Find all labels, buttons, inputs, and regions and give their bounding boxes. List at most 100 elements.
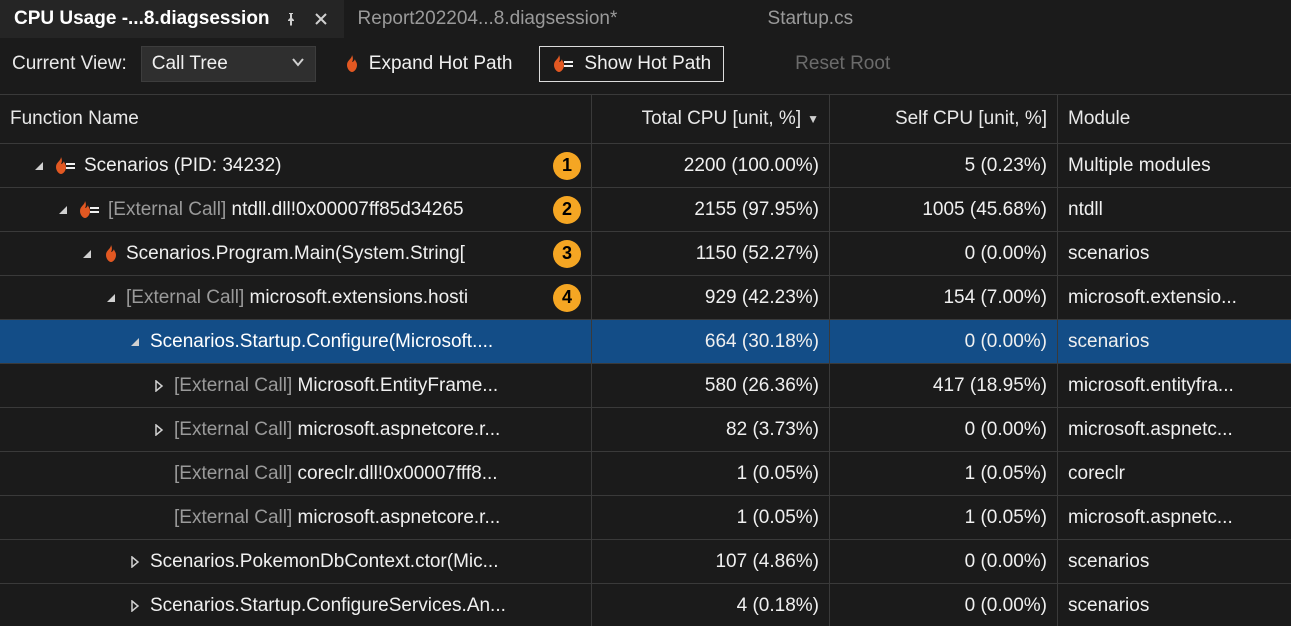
fn-cell: Scenarios.PokemonDbContext.ctor(Mic... xyxy=(0,540,592,583)
tab-label: Startup.cs xyxy=(768,8,854,30)
self-cpu-cell: 1005 (45.68%) xyxy=(830,188,1058,231)
view-select[interactable]: Call Tree xyxy=(141,46,316,82)
toolbar: Current View: Call Tree Expand Hot Path … xyxy=(0,38,1291,94)
total-cpu-cell: 82 (3.73%) xyxy=(592,408,830,451)
function-name: [External Call] microsoft.aspnetcore.r..… xyxy=(174,419,500,441)
fn-cell: [External Call] coreclr.dll!0x00007fff8.… xyxy=(0,452,592,495)
table-row[interactable]: [External Call] microsoft.aspnetcore.r..… xyxy=(0,496,1291,540)
fn-cell: [External Call] microsoft.aspnetcore.r..… xyxy=(0,496,592,539)
function-name: [External Call] microsoft.extensions.hos… xyxy=(126,287,468,309)
flame-icon xyxy=(102,244,120,264)
fn-cell: [External Call] Microsoft.EntityFrame... xyxy=(0,364,592,407)
table-row[interactable]: Scenarios.Program.Main(System.String[ 3 11… xyxy=(0,232,1291,276)
function-name: [External Call] microsoft.aspnetcore.r..… xyxy=(174,507,500,529)
total-cpu-cell: 664 (30.18%) xyxy=(592,320,830,363)
reset-root-button: Reset Root xyxy=(782,46,903,82)
expand-icon[interactable] xyxy=(126,553,144,571)
function-name: Scenarios.Startup.Configure(Microsoft...… xyxy=(150,331,493,353)
table-row[interactable]: [External Call] microsoft.extensions.hos… xyxy=(0,276,1291,320)
tab-label: Report202204...8.diagsession* xyxy=(358,8,618,30)
module-cell: scenarios xyxy=(1058,540,1291,583)
table-row[interactable]: [External Call] microsoft.aspnetcore.r..… xyxy=(0,408,1291,452)
function-name: Scenarios.Program.Main(System.String[ xyxy=(126,243,465,265)
module-cell: microsoft.aspnetc... xyxy=(1058,496,1291,539)
function-name: [External Call] ntdll.dll!0x00007ff85d34… xyxy=(108,199,464,221)
self-cpu-cell: 5 (0.23%) xyxy=(830,144,1058,187)
total-cpu-cell: 929 (42.23%) xyxy=(592,276,830,319)
table-row[interactable]: [External Call] ntdll.dll!0x00007ff85d34… xyxy=(0,188,1291,232)
total-cpu-cell: 107 (4.86%) xyxy=(592,540,830,583)
module-cell: scenarios xyxy=(1058,232,1291,275)
show-hot-path-button[interactable]: Show Hot Path xyxy=(539,46,724,82)
fn-cell: Scenarios.Startup.Configure(Microsoft...… xyxy=(0,320,592,363)
table-row[interactable]: [External Call] coreclr.dll!0x00007fff8.… xyxy=(0,452,1291,496)
expand-icon[interactable] xyxy=(150,421,168,439)
expand-hot-path-label: Expand Hot Path xyxy=(369,53,513,75)
module-cell: microsoft.aspnetc... xyxy=(1058,408,1291,451)
module-cell: ntdll xyxy=(1058,188,1291,231)
collapse-icon[interactable] xyxy=(30,157,48,175)
self-cpu-cell: 0 (0.00%) xyxy=(830,408,1058,451)
module-cell: microsoft.extensio... xyxy=(1058,276,1291,319)
show-hot-path-label: Show Hot Path xyxy=(584,53,711,75)
total-cpu-cell: 1 (0.05%) xyxy=(592,496,830,539)
collapse-icon[interactable] xyxy=(78,245,96,263)
tab-cpu-usage[interactable]: CPU Usage -...8.diagsession xyxy=(0,0,344,38)
flame-tail-icon xyxy=(552,54,576,74)
module-cell: coreclr xyxy=(1058,452,1291,495)
col-module[interactable]: Module xyxy=(1058,95,1291,143)
flame-tail-icon xyxy=(78,200,102,220)
annotation-badge: 2 xyxy=(553,196,581,224)
fn-cell: Scenarios (PID: 34232)1 xyxy=(0,144,592,187)
annotation-badge: 3 xyxy=(553,240,581,268)
collapse-icon[interactable] xyxy=(54,201,72,219)
total-cpu-cell: 1150 (52.27%) xyxy=(592,232,830,275)
col-self-cpu[interactable]: Self CPU [unit, %] xyxy=(830,95,1058,143)
expander-spacer xyxy=(150,509,168,527)
module-cell: scenarios xyxy=(1058,320,1291,363)
pin-icon[interactable] xyxy=(282,10,300,28)
expand-hot-path-button[interactable]: Expand Hot Path xyxy=(330,46,526,82)
function-name: Scenarios.Startup.ConfigureServices.An..… xyxy=(150,595,506,617)
fn-cell: Scenarios.Program.Main(System.String[ 3 xyxy=(0,232,592,275)
fn-cell: [External Call] ntdll.dll!0x00007ff85d34… xyxy=(0,188,592,231)
close-icon[interactable] xyxy=(312,10,330,28)
function-name: Scenarios (PID: 34232) xyxy=(84,155,282,177)
current-view-label: Current View: xyxy=(12,53,127,75)
table-row[interactable]: Scenarios.PokemonDbContext.ctor(Mic... 10… xyxy=(0,540,1291,584)
self-cpu-cell: 1 (0.05%) xyxy=(830,496,1058,539)
total-cpu-cell: 2155 (97.95%) xyxy=(592,188,830,231)
flame-tail-icon xyxy=(54,156,78,176)
tab-report[interactable]: Report202204...8.diagsession* xyxy=(344,0,754,38)
expand-icon[interactable] xyxy=(150,377,168,395)
function-name: Scenarios.PokemonDbContext.ctor(Mic... xyxy=(150,551,498,573)
table-row[interactable]: Scenarios.Startup.Configure(Microsoft...… xyxy=(0,320,1291,364)
total-cpu-cell: 4 (0.18%) xyxy=(592,584,830,626)
flame-icon xyxy=(343,54,361,74)
tab-label: CPU Usage -...8.diagsession xyxy=(14,8,270,30)
self-cpu-cell: 0 (0.00%) xyxy=(830,540,1058,583)
self-cpu-cell: 0 (0.00%) xyxy=(830,232,1058,275)
table-row[interactable]: Scenarios (PID: 34232)12200 (100.00%)5 (… xyxy=(0,144,1291,188)
fn-cell: [External Call] microsoft.extensions.hos… xyxy=(0,276,592,319)
table-row[interactable]: [External Call] Microsoft.EntityFrame...… xyxy=(0,364,1291,408)
expand-icon[interactable] xyxy=(126,597,144,615)
self-cpu-cell: 417 (18.95%) xyxy=(830,364,1058,407)
fn-cell: Scenarios.Startup.ConfigureServices.An..… xyxy=(0,584,592,626)
module-cell: microsoft.entityfra... xyxy=(1058,364,1291,407)
fn-cell: [External Call] microsoft.aspnetcore.r..… xyxy=(0,408,592,451)
module-cell: Multiple modules xyxy=(1058,144,1291,187)
function-name: [External Call] Microsoft.EntityFrame... xyxy=(174,375,498,397)
sort-desc-icon: ▼ xyxy=(807,112,819,126)
self-cpu-cell: 0 (0.00%) xyxy=(830,320,1058,363)
chevron-down-icon xyxy=(291,53,305,75)
total-cpu-cell: 1 (0.05%) xyxy=(592,452,830,495)
collapse-icon[interactable] xyxy=(102,289,120,307)
self-cpu-cell: 1 (0.05%) xyxy=(830,452,1058,495)
collapse-icon[interactable] xyxy=(126,333,144,351)
table-row[interactable]: Scenarios.Startup.ConfigureServices.An..… xyxy=(0,584,1291,626)
tab-startup[interactable]: Startup.cs xyxy=(754,0,868,38)
col-function-name[interactable]: Function Name xyxy=(0,95,592,143)
col-total-cpu[interactable]: Total CPU [unit, %] ▼ xyxy=(592,95,830,143)
self-cpu-cell: 154 (7.00%) xyxy=(830,276,1058,319)
